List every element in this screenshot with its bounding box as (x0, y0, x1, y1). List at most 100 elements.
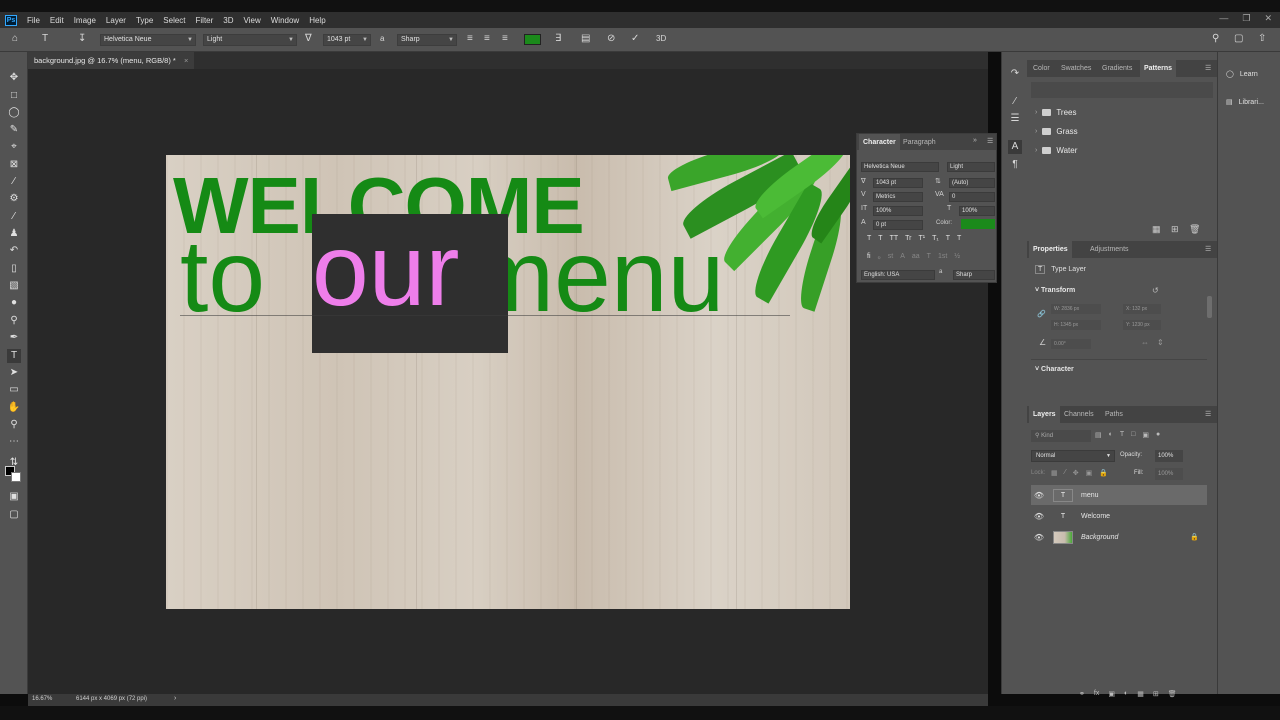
dodge-tool-icon[interactable]: ⚲ (7, 314, 21, 328)
tab-swatches[interactable]: Swatches (1061, 60, 1091, 77)
panel-menu-icon[interactable]: ☰ (987, 137, 993, 145)
history-panel-icon[interactable]: ↷ (1008, 67, 1022, 81)
menu-edit[interactable]: Edit (45, 16, 69, 25)
character-section-title[interactable]: ˅ Character (1035, 366, 1074, 373)
tab-color[interactable]: Color (1033, 60, 1050, 77)
faux-bold-button[interactable]: T (867, 235, 871, 242)
width-field[interactable]: W: 2836 px (1051, 304, 1101, 314)
tab-adjustments[interactable]: Adjustments (1090, 241, 1129, 258)
lock-image-icon[interactable]: ⁄ (1065, 469, 1066, 477)
subscript-button[interactable]: T₁ (932, 235, 939, 242)
visibility-eye-icon[interactable]: 👁 (1031, 491, 1047, 500)
char-vertical-scale[interactable]: 100% (873, 206, 923, 216)
layer-row-welcome[interactable]: 👁 T Welcome (1031, 506, 1207, 526)
toggle-orientation-icon[interactable]: ↧ (78, 33, 86, 45)
visibility-eye-icon[interactable]: 👁 (1031, 512, 1047, 521)
menu-3d[interactable]: 3D (218, 16, 238, 25)
swash-button[interactable]: A (900, 253, 905, 261)
underline-button[interactable]: T (946, 235, 950, 242)
small-caps-button[interactable]: Tr (905, 235, 911, 242)
pen-tool-icon[interactable]: ✒ (7, 331, 21, 345)
brush-tool-icon[interactable]: ⁄ (7, 210, 21, 224)
cancel-edit-icon[interactable]: ⊘ (607, 33, 615, 45)
char-leading[interactable]: (Auto) (949, 178, 995, 188)
fractions-button[interactable]: ½ (954, 253, 960, 261)
learn-button[interactable]: ◯ Learn (1226, 70, 1258, 79)
superscript-button[interactable]: T¹ (918, 235, 925, 242)
warp-text-icon[interactable]: ∃ (555, 33, 561, 45)
transform-section-title[interactable]: ˅ Transform (1035, 287, 1075, 294)
new-layer-icon[interactable]: ⊞ (1153, 690, 1159, 698)
pattern-group-trees[interactable]: › Trees (1035, 105, 1077, 119)
layer-row-background[interactable]: 👁 Background 🔒 (1031, 527, 1207, 547)
layer-style-icon[interactable]: fx (1094, 690, 1099, 698)
strikethrough-button[interactable]: T (957, 235, 961, 242)
menu-file[interactable]: File (22, 16, 45, 25)
blend-mode-select[interactable]: Normal ▼ (1031, 450, 1115, 462)
flip-vertical-icon[interactable]: ⇕ (1157, 338, 1164, 347)
zoom-level[interactable]: 16.67% (32, 696, 52, 702)
menu-filter[interactable]: Filter (191, 16, 219, 25)
blur-tool-icon[interactable]: ● (7, 296, 21, 310)
tab-layers[interactable]: Layers (1029, 406, 1060, 423)
healing-brush-icon[interactable]: ⚙ (7, 192, 21, 206)
create-3d-button[interactable]: 3D (656, 33, 666, 45)
layer-filter-field[interactable]: ⚲ Kind (1031, 430, 1091, 442)
type-tool-icon[interactable]: T (7, 349, 21, 363)
tab-properties[interactable]: Properties (1029, 241, 1072, 258)
char-horizontal-scale[interactable]: 100% (959, 206, 995, 216)
screen-mode-icon[interactable]: ▢ (7, 508, 21, 522)
filter-toggle-icon[interactable]: ● (1156, 431, 1160, 439)
menu-layer[interactable]: Layer (101, 16, 131, 25)
paragraph-panel-icon[interactable]: ¶ (1008, 158, 1022, 172)
libraries-button[interactable]: ▤ Librari... (1226, 98, 1264, 107)
quick-mask-icon[interactable]: ▣ (7, 490, 21, 504)
minimize-icon[interactable]: — (1219, 13, 1228, 24)
pattern-group-water[interactable]: › Water (1035, 143, 1077, 157)
clone-stamp-icon[interactable]: ♟ (7, 227, 21, 241)
filter-shape-icon[interactable]: □ (1131, 431, 1135, 439)
flip-horizontal-icon[interactable]: ⇔ (1141, 338, 1149, 347)
char-tracking[interactable]: 0 (949, 192, 995, 202)
ligatures-button[interactable]: fi (867, 253, 871, 261)
path-select-icon[interactable]: ➤ (7, 366, 21, 380)
gradient-tool-icon[interactable]: ▧ (7, 279, 21, 293)
move-tool-icon[interactable]: ✥ (7, 71, 21, 85)
lock-all-icon[interactable]: 🔒 (1099, 469, 1108, 477)
eraser-tool-icon[interactable]: ▯ (7, 262, 21, 276)
char-baseline-shift[interactable]: 0 pt (873, 220, 923, 230)
menu-help[interactable]: Help (304, 16, 330, 25)
document-tab[interactable]: background.jpg @ 16.7% (menu, RGB/8) * × (28, 52, 195, 69)
char-antialias[interactable]: Sharp (953, 270, 995, 280)
lock-artboard-icon[interactable]: ▣ (1086, 469, 1093, 477)
status-arrow-icon[interactable]: › (174, 695, 176, 702)
history-brush-icon[interactable]: ↶ (7, 244, 21, 258)
char-language[interactable]: English: USA (861, 270, 935, 280)
document-canvas[interactable]: WELCOME to our menu our (166, 155, 850, 609)
tab-paragraph[interactable]: Paragraph (903, 134, 936, 151)
fill-field[interactable]: 100% (1155, 468, 1183, 480)
font-family-select[interactable]: Helvetica Neue ▼ (100, 34, 196, 46)
menu-type[interactable]: Type (131, 16, 158, 25)
font-size-field[interactable]: 1043 pt ▼ (323, 34, 371, 46)
tab-patterns[interactable]: Patterns (1140, 60, 1177, 77)
panel-menu-icon[interactable]: ☰ (1205, 60, 1211, 77)
char-color-swatch[interactable] (961, 219, 995, 229)
tab-paths[interactable]: Paths (1105, 406, 1123, 423)
tab-channels[interactable]: Channels (1064, 406, 1094, 423)
link-layers-icon[interactable]: ⚭ (1079, 690, 1085, 698)
y-field[interactable]: Y: 1230 px (1123, 320, 1161, 330)
panel-menu-icon[interactable]: ☰ (1205, 406, 1211, 423)
eyedropper-tool-icon[interactable]: ∕ (7, 175, 21, 189)
zoom-tool-icon[interactable]: ⚲ (7, 418, 21, 432)
lasso-tool-icon[interactable]: ◯ (7, 106, 21, 120)
menu-image[interactable]: Image (69, 16, 101, 25)
pattern-search-field[interactable] (1031, 82, 1213, 98)
marquee-tool-icon[interactable]: □ (7, 89, 21, 103)
background-color-swatch[interactable] (11, 472, 21, 482)
font-style-select[interactable]: Light ▼ (203, 34, 297, 46)
pattern-group-grass[interactable]: › Grass (1035, 124, 1078, 138)
faux-italic-button[interactable]: T (878, 235, 882, 242)
close-icon[interactable]: ✕ (1264, 13, 1272, 24)
alternates-button[interactable]: ℴ (878, 253, 881, 261)
